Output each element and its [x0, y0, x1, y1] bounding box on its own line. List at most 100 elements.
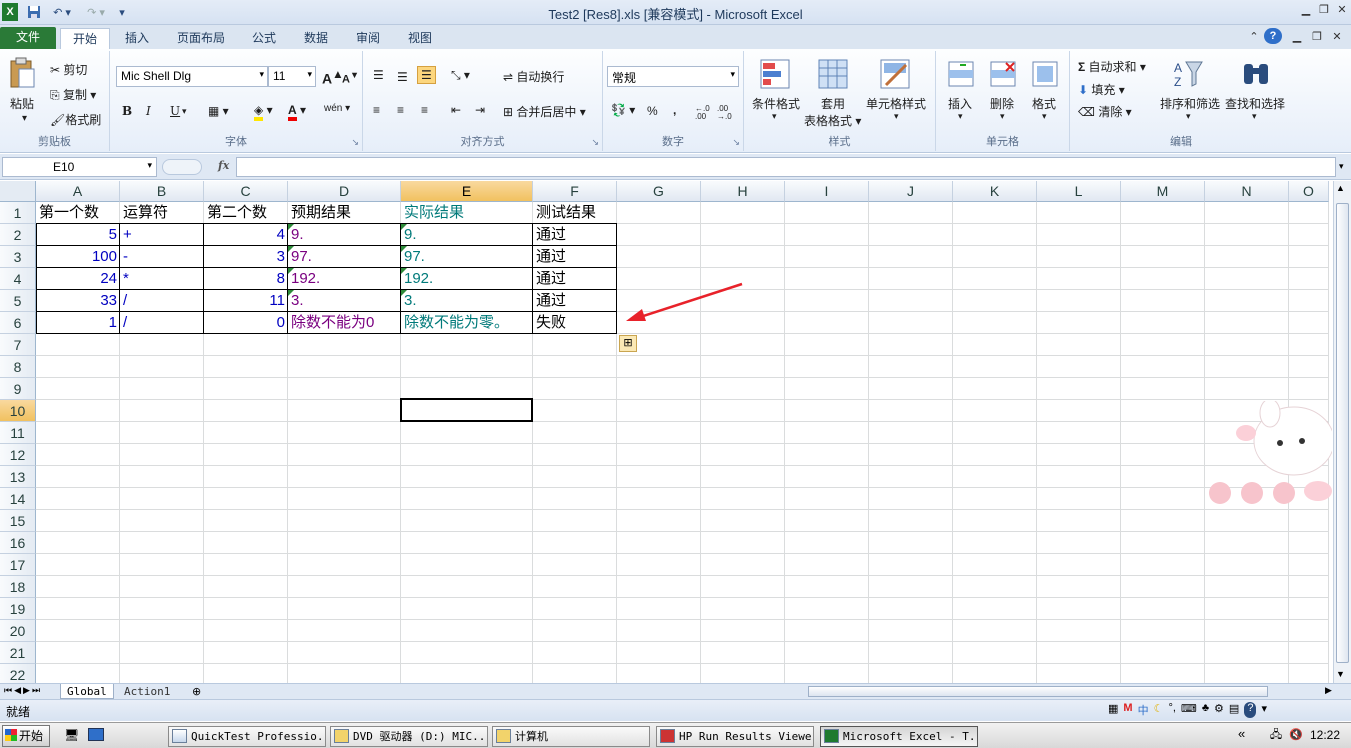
sort-dropdown-icon[interactable]: ▾: [1186, 111, 1191, 122]
delete-cells-icon[interactable]: [988, 59, 1018, 92]
cell-styles-dropdown-icon[interactable]: ▾: [894, 111, 899, 122]
formula-input[interactable]: [236, 157, 1336, 177]
taskbar-btn-dvd[interactable]: DVD 驱动器 (D:) MIC...: [330, 726, 488, 747]
help-icon[interactable]: ?: [1264, 28, 1282, 44]
column-header-n[interactable]: N: [1205, 181, 1289, 202]
horizontal-scroll-thumb[interactable]: [808, 686, 1268, 697]
cut-button[interactable]: ✂ 剪切: [50, 61, 87, 78]
font-name-combo[interactable]: Mic Shell Dlg ▾: [116, 66, 268, 87]
cell-f3[interactable]: 通过: [533, 246, 617, 268]
start-button[interactable]: 开始: [2, 725, 50, 747]
find-dropdown-icon[interactable]: ▾: [1252, 111, 1257, 122]
error-indicator-icon[interactable]: [288, 224, 294, 230]
format-dropdown-icon[interactable]: ▾: [1042, 111, 1047, 122]
comma-button[interactable]: ,: [673, 103, 676, 117]
number-dialog-launcher-icon[interactable]: ↘: [732, 137, 740, 148]
row-header-7[interactable]: 7: [0, 334, 36, 356]
row-header-17[interactable]: 17: [0, 554, 36, 576]
wb-restore-button[interactable]: ❐: [1308, 29, 1326, 45]
quicklaunch-icon[interactable]: [88, 728, 104, 741]
error-indicator-icon[interactable]: [288, 268, 294, 274]
tray-expand-icon[interactable]: «: [1238, 726, 1245, 741]
delete-cells-button[interactable]: 删除: [990, 95, 1014, 112]
borders-button[interactable]: ▦ ▾: [208, 104, 229, 118]
cell-e3[interactable]: 97.: [401, 246, 533, 268]
cell-styles-icon[interactable]: [880, 59, 910, 92]
delete-dropdown-icon[interactable]: ▾: [1000, 111, 1005, 122]
moon-icon[interactable]: ☾: [1154, 702, 1164, 718]
underline-dropdown-icon[interactable]: ▾: [182, 106, 187, 117]
cell-b1[interactable]: 运算符: [120, 202, 204, 224]
vertical-scrollbar[interactable]: ▲ ▼: [1333, 181, 1351, 683]
taskbar-btn-hp-viewer[interactable]: HP Run Results Viewer: [656, 726, 814, 747]
ime-menu-icon[interactable]: ▤: [1229, 702, 1239, 718]
insert-sheet-icon[interactable]: ⊕: [192, 685, 201, 698]
row-header-10[interactable]: 10: [0, 400, 36, 422]
number-format-combo[interactable]: 常规 ▾: [607, 66, 739, 87]
orientation-icon[interactable]: ⤡ ▾: [451, 68, 470, 83]
column-header-g[interactable]: G: [617, 181, 701, 202]
cell-a4[interactable]: 24: [36, 268, 120, 290]
cell-c2[interactable]: 4: [204, 224, 288, 246]
sheet-tab-global[interactable]: Global: [60, 684, 114, 699]
binoculars-icon[interactable]: [1240, 58, 1272, 93]
skin-icon[interactable]: ♣: [1202, 702, 1209, 718]
align-center-icon[interactable]: ≡: [397, 103, 404, 117]
grid-icon[interactable]: ▦: [1108, 702, 1118, 718]
italic-button[interactable]: I: [146, 104, 151, 118]
cell-styles-button[interactable]: 单元格样式: [866, 95, 926, 112]
taskbar-btn-computer[interactable]: 计算机: [492, 726, 650, 747]
format-as-table-label[interactable]: 表格格式 ▾: [804, 112, 861, 129]
row-header-5[interactable]: 5: [0, 290, 36, 312]
error-indicator-icon[interactable]: [401, 224, 407, 230]
format-as-table-icon[interactable]: [818, 59, 848, 92]
row-header-22[interactable]: 22: [0, 664, 36, 683]
align-bottom-icon[interactable]: ☰: [417, 66, 436, 84]
paste-button[interactable]: 粘贴: [10, 95, 34, 112]
format-painter-button[interactable]: 🖌格式刷: [50, 111, 101, 128]
scroll-up-icon[interactable]: ▲: [1336, 183, 1345, 193]
conditional-format-dropdown-icon[interactable]: ▾: [772, 111, 777, 122]
vertical-scroll-thumb[interactable]: [1336, 203, 1349, 663]
decrease-decimal-button[interactable]: .00 →.0: [717, 105, 739, 121]
sheet-tab-action1[interactable]: Action1: [118, 684, 176, 699]
row-header-12[interactable]: 12: [0, 444, 36, 466]
column-header-f[interactable]: F: [533, 181, 617, 202]
column-header-o[interactable]: O: [1289, 181, 1329, 202]
row-header-9[interactable]: 9: [0, 378, 36, 400]
cell-b2[interactable]: +: [120, 224, 204, 246]
align-left-icon[interactable]: ≡: [373, 103, 380, 117]
formula-bar-resize-handle[interactable]: [162, 159, 202, 175]
row-header-14[interactable]: 14: [0, 488, 36, 510]
align-right-icon[interactable]: ≡: [421, 103, 428, 117]
close-button[interactable]: ✕: [1333, 2, 1351, 18]
column-header-e[interactable]: E: [401, 181, 533, 202]
select-all-corner[interactable]: [0, 181, 36, 202]
cell-d3[interactable]: 97.: [288, 246, 401, 268]
cell-e2[interactable]: 9.: [401, 224, 533, 246]
row-header-11[interactable]: 11: [0, 422, 36, 444]
wrap-text-button[interactable]: ⇌ 自动换行: [503, 68, 564, 85]
tab-review[interactable]: 审阅: [346, 28, 390, 49]
column-header-b[interactable]: B: [120, 181, 204, 202]
merge-center-button[interactable]: ⊞ 合并后居中 ▾: [503, 103, 586, 120]
selected-cell-outline[interactable]: [400, 398, 533, 422]
cell-e4[interactable]: 192.: [401, 268, 533, 290]
cell-c3[interactable]: 3: [204, 246, 288, 268]
decrease-indent-icon[interactable]: ⇤: [451, 103, 461, 117]
bold-button[interactable]: B: [122, 104, 132, 118]
cell-e6[interactable]: 除数不能为零。: [401, 312, 533, 334]
worksheet-grid[interactable]: A B C D E F G H I J K L M N O 1 2 3 4 5 6 7 8 9 10 11 12 13 14 15 16 17…: [0, 181, 1333, 683]
insert-dropdown-icon[interactable]: ▾: [958, 111, 963, 122]
row-header-15[interactable]: 15: [0, 510, 36, 532]
copy-button[interactable]: ⎘ 复制 ▾: [50, 86, 96, 103]
minimize-button[interactable]: ▁: [1297, 2, 1315, 18]
column-header-m[interactable]: M: [1121, 181, 1205, 202]
restore-button[interactable]: ❐: [1315, 2, 1333, 18]
paste-dropdown-icon[interactable]: ▾: [22, 113, 27, 124]
phonetic-button[interactable]: wén ▾: [324, 103, 350, 114]
ime-help-icon[interactable]: ?: [1244, 702, 1257, 718]
cell-a3[interactable]: 100: [36, 246, 120, 268]
conditional-format-icon[interactable]: [760, 59, 790, 92]
ime-toolbar[interactable]: ▦ M 中 ☾ °, ⌨ ♣ ⚙ ▤ ? ▾: [1108, 702, 1267, 718]
